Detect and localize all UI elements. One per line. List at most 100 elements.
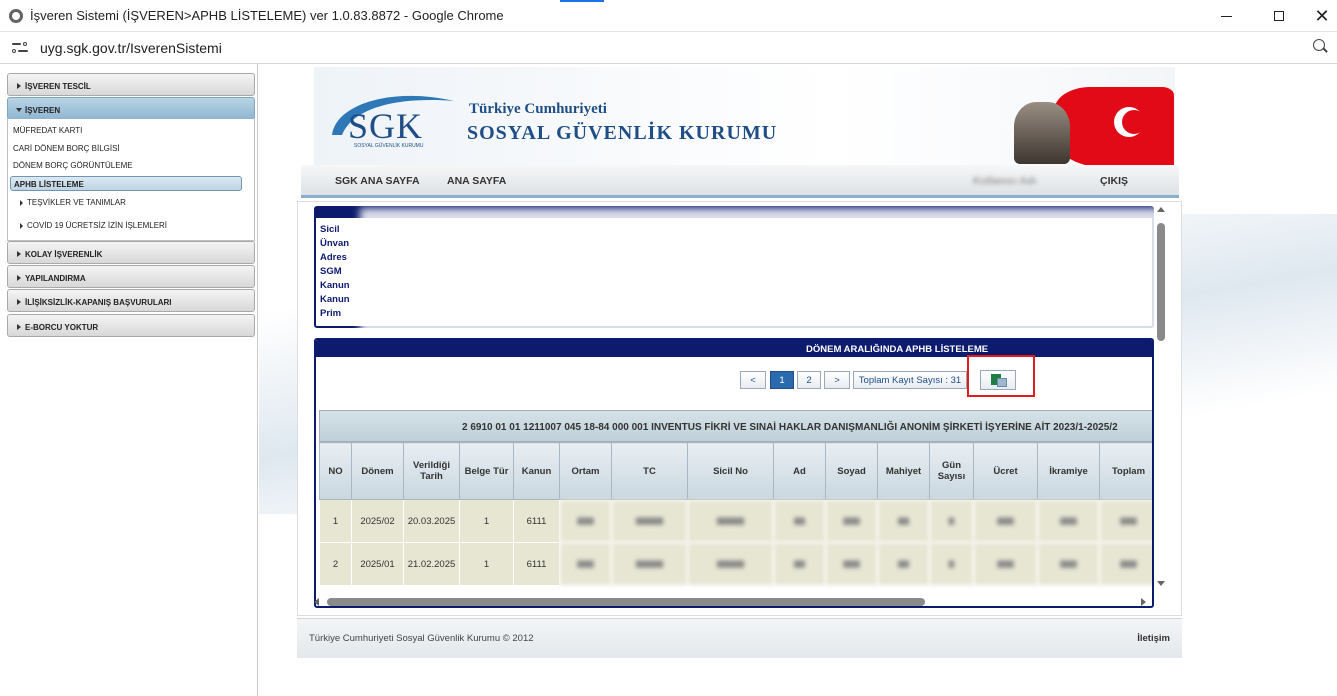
info-label-unvan: Ünvan — [320, 238, 350, 249]
redacted-cell: ▇▇▇▇▇ — [687, 499, 774, 543]
cell-no: 1 — [319, 499, 352, 543]
col-verildigi-tarih: Verildiği Tarih — [403, 442, 460, 500]
menu-item-donem-borc-goruntuleme[interactable]: DÖNEM BORÇ GÖRÜNTÜLEME — [13, 161, 133, 170]
redacted-cell: ▇▇▇ — [1037, 499, 1100, 543]
nav-user-name: Kullanıcı Adı — [973, 175, 1037, 187]
employer-info-box: Sicil Ünvan Adres SGM Kanun Kanun Prim — [314, 206, 1180, 336]
footer-contact-link[interactable]: İletişim — [1137, 633, 1170, 644]
redacted-cell: ▇▇▇▇▇ — [687, 542, 774, 586]
col-mahiyet: Mahiyet — [877, 442, 930, 500]
total-records: Toplam Kayıt Sayısı : 31 — [853, 371, 967, 389]
menu-item-cari-donem-borc[interactable]: CARİ DÖNEM BORÇ BİLGİSİ — [13, 144, 120, 153]
cell-donem: 2025/01 — [351, 542, 404, 586]
info-label-prim: Prim — [320, 308, 342, 319]
globe-icon — [9, 9, 23, 23]
table-row: 2 2025/01 21.02.2025 1 6111 ▇▇▇ ▇▇▇▇▇ ▇▇… — [319, 542, 1152, 586]
col-tc: TC — [611, 442, 688, 500]
col-ad: Ad — [773, 442, 826, 500]
scroll-thumb[interactable] — [1157, 223, 1165, 341]
expand-arrow-icon — [17, 251, 21, 257]
col-sicil-no: Sicil No — [687, 442, 774, 500]
menu-item-covid-izin[interactable]: COVİD 19 ÜCRETSİZ İZİN İŞLEMLERİ — [20, 221, 167, 230]
redacted-cell: ▇▇▇ — [825, 542, 878, 586]
info-label-adres: Adres — [320, 252, 347, 263]
section-label: İLİŞİKSİZLİK-KAPANIŞ BAŞVURULARI — [25, 298, 172, 307]
expand-arrow-icon — [17, 275, 21, 281]
cell-belge: 1 — [459, 499, 514, 543]
cell-kanun: 6111 — [513, 499, 560, 543]
aphb-list-box: DÖNEM ARALIĞINDA APHB LİSTELEME < 1 2 > … — [314, 338, 1154, 608]
redacted-cell: ▇▇▇ — [825, 499, 878, 543]
nav-cikis[interactable]: ÇIKIŞ — [1100, 175, 1128, 187]
scroll-down-arrow-icon[interactable] — [1157, 581, 1165, 586]
redacted-cell: ▇▇▇ — [973, 542, 1038, 586]
redacted-cell: ▇▇ — [877, 499, 930, 543]
tab-accent — [560, 0, 604, 2]
submenu-label: COVİD 19 ÜCRETSİZ İZİN İŞLEMLERİ — [27, 221, 168, 230]
cell-tarih: 21.02.2025 — [403, 542, 460, 586]
scroll-up-arrow-icon[interactable] — [1157, 207, 1165, 212]
content-panel: Sicil Ünvan Adres SGM Kanun Kanun Prim D… — [297, 201, 1182, 616]
top-nav: SGK ANA SAYFA ANA SAYFA Kullanıcı Adı ÇI… — [301, 165, 1179, 198]
close-button[interactable]: ✕ — [1307, 5, 1337, 27]
redacted-cell: ▇▇▇ — [1037, 542, 1100, 586]
redacted-cell: ▇▇▇▇▇ — [611, 499, 688, 543]
window-title-bar: İşveren Sistemi (İŞVEREN>APHB LİSTELEME)… — [0, 0, 1337, 32]
url-text[interactable]: uyg.sgk.gov.tr/IsverenSistemi — [40, 40, 222, 56]
sidebar-section-iliksizlik[interactable]: İLİŞİKSİZLİK-KAPANIŞ BAŞVURULARI — [7, 289, 255, 312]
minimize-button[interactable] — [1211, 5, 1241, 27]
sidebar-section-e-borcu-yoktur[interactable]: E-BORCU YOKTUR — [7, 314, 255, 337]
info-label-kanun-1: Kanun — [320, 280, 350, 291]
expand-arrow-icon — [20, 199, 23, 206]
pager-page-1[interactable]: 1 — [770, 371, 794, 389]
section-label: E-BORCU YOKTUR — [25, 323, 99, 332]
pager-page-2[interactable]: 2 — [797, 371, 821, 389]
redacted-cell: ▇▇ — [773, 499, 826, 543]
redacted-overlay — [360, 208, 1180, 336]
expand-arrow-icon — [17, 83, 21, 89]
maximize-button[interactable] — [1264, 5, 1294, 27]
highlight-box — [967, 355, 1035, 397]
collapse-arrow-icon — [16, 108, 22, 112]
cell-no: 2 — [319, 542, 352, 586]
col-ortam: Ortam — [559, 442, 612, 500]
expand-arrow-icon — [20, 222, 23, 229]
sidebar-section-isveren[interactable]: İŞVEREN — [7, 97, 255, 120]
nav-sgk-ana-sayfa[interactable]: SGK ANA SAYFA — [335, 175, 420, 187]
redacted-cell: ▇▇ — [877, 542, 930, 586]
cell-belge: 1 — [459, 542, 514, 586]
menu-item-aphb-listeleme[interactable]: APHB LİSTELEME — [10, 176, 242, 191]
site-settings-icon[interactable] — [12, 41, 28, 55]
col-gun-sayisi: Gün Sayısı — [929, 442, 974, 500]
scroll-thumb[interactable] — [327, 598, 925, 606]
vertical-scrollbar[interactable] — [1155, 203, 1167, 588]
banner-title-1: Türkiye Cumhuriyeti — [469, 101, 607, 117]
address-bar: uyg.sgk.gov.tr/IsverenSistemi — [0, 32, 1337, 64]
footer-copyright: Türkiye Cumhuriyeti Sosyal Güvenlik Kuru… — [309, 633, 534, 644]
cell-tarih: 20.03.2025 — [403, 499, 460, 543]
info-label-sgm: SGM — [320, 266, 342, 277]
scroll-right-arrow-icon[interactable] — [1141, 598, 1146, 606]
menu-item-tesvikler[interactable]: TEŞVİKLER VE TANIMLAR — [20, 198, 126, 207]
sidebar-section-kolay-isverenlik[interactable]: KOLAY İŞVERENLİK — [7, 241, 255, 264]
menu-item-mufredat-karti[interactable]: MÜFREDAT KARTI — [13, 126, 82, 135]
expand-arrow-icon — [17, 299, 21, 305]
pager-prev-button[interactable]: < — [740, 371, 766, 389]
portrait-image — [1014, 102, 1070, 164]
pager-next-button[interactable]: > — [824, 371, 850, 389]
col-soyad: Soyad — [825, 442, 878, 500]
banner-title-2: SOSYAL GÜVENLİK KURUMU — [467, 122, 778, 144]
section-label: KOLAY İŞVERENLİK — [25, 250, 103, 259]
logo-text: SGK — [348, 106, 424, 146]
logo-subtext: SOSYAL GÜVENLİK KURUMU — [354, 143, 424, 149]
zoom-icon[interactable] — [1313, 39, 1329, 55]
scroll-left-arrow-icon[interactable] — [314, 598, 319, 606]
sidebar-section-yapilandirma[interactable]: YAPILANDIRMA — [7, 265, 255, 288]
aphb-table: 2 6910 01 01 1211007 045 18-84 000 001 I… — [319, 410, 1152, 606]
horizontal-scrollbar[interactable] — [312, 595, 1154, 609]
redacted-cell: ▇▇ — [773, 542, 826, 586]
sidebar-section-isveren-tescil[interactable]: İŞVEREN TESCİL — [7, 73, 255, 96]
col-donem: Dönem — [351, 442, 404, 500]
nav-ana-sayfa[interactable]: ANA SAYFA — [447, 175, 506, 187]
info-label-sicil: Sicil — [320, 224, 340, 235]
